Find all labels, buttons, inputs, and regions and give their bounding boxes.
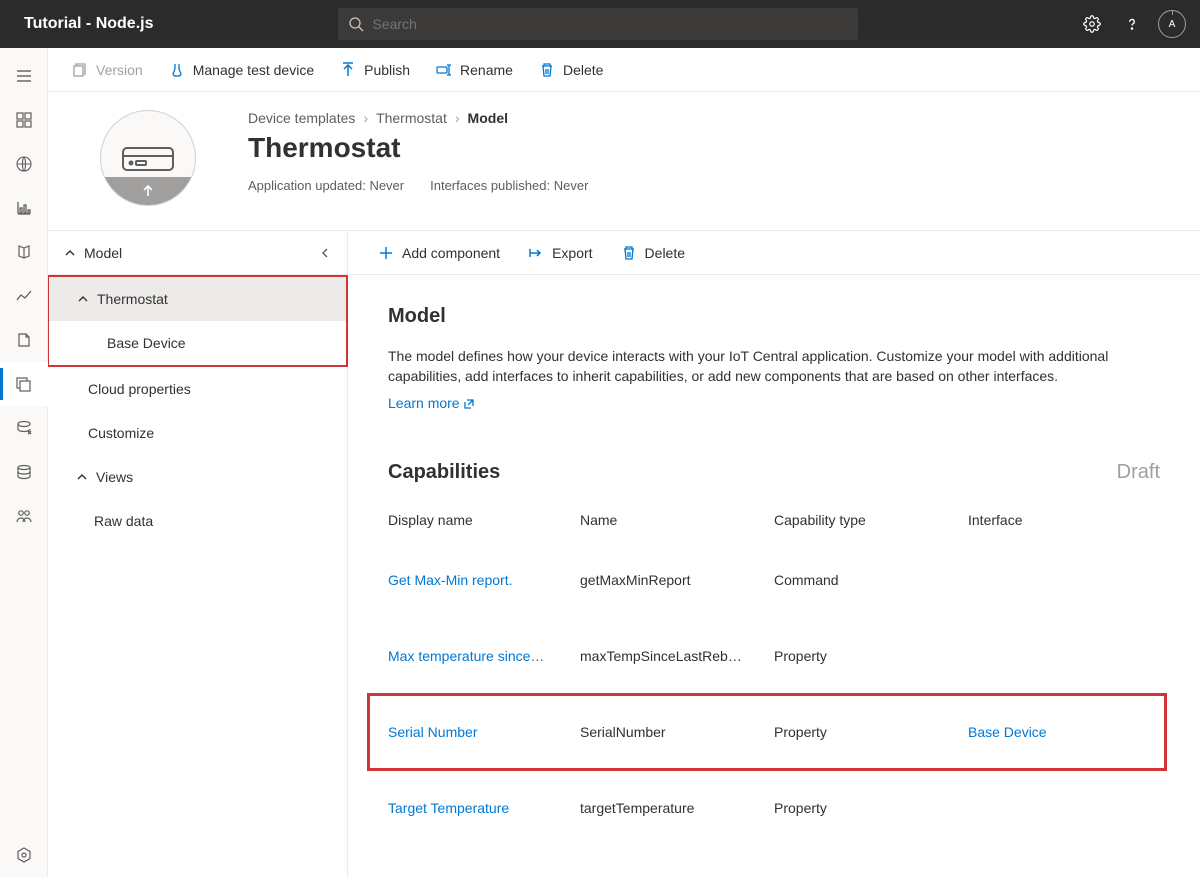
breadcrumb: Device templates › Thermostat › Model [248, 110, 1200, 126]
globe-icon[interactable] [0, 142, 48, 186]
draft-badge: Draft [1117, 461, 1160, 484]
hamburger-icon[interactable] [0, 54, 48, 98]
device-template-icon [100, 110, 196, 206]
content-command-bar: Add component Export Delete [348, 231, 1200, 275]
command-bar: Version Manage test device Publish Renam… [48, 48, 1200, 92]
external-link-icon [463, 398, 475, 410]
capability-display-name[interactable]: Get Max-Min report. [388, 572, 580, 588]
chevron-up-icon [77, 293, 89, 305]
capability-interface-link[interactable]: Base Device [968, 724, 1108, 740]
table-header: Display name Name Capability type Interf… [388, 498, 1160, 542]
breadcrumb-root[interactable]: Device templates [248, 110, 355, 126]
table-row-highlighted[interactable]: Serial Number SerialNumber Property Base… [368, 694, 1166, 770]
tree-root-model[interactable]: Model [48, 231, 347, 275]
content-area: Add component Export Delete Model The mo… [348, 231, 1200, 877]
manage-test-device-button[interactable]: Manage test device [159, 56, 324, 84]
model-tree: Model Thermostat Base Device Cloud prope… [48, 231, 348, 877]
app-title: Tutorial - Node.js [24, 15, 153, 33]
tree-item-customize[interactable]: Customize [48, 411, 347, 455]
model-heading: Model [388, 305, 1160, 328]
breadcrumb-current: Model [468, 110, 508, 126]
interfaces-published-status: Interfaces published: Never [430, 178, 588, 193]
page-header: Device templates › Thermostat › Model Th… [48, 92, 1200, 231]
tree-item-raw-data[interactable]: Raw data [48, 499, 347, 543]
capabilities-heading: Capabilities [388, 461, 500, 484]
analytics-icon[interactable] [0, 186, 48, 230]
capability-display-name[interactable]: Max temperature since… [388, 648, 580, 664]
tree-item-thermostat[interactable]: Thermostat [49, 277, 346, 321]
top-bar: Tutorial - Node.js A [0, 0, 1200, 48]
trend-icon[interactable] [0, 274, 48, 318]
version-button[interactable]: Version [62, 56, 153, 84]
export-button[interactable]: Export [518, 239, 602, 267]
settings-icon[interactable] [1072, 4, 1112, 44]
tree-item-base-device[interactable]: Base Device [49, 321, 346, 365]
administration-icon[interactable] [0, 494, 48, 538]
delete-button[interactable]: Delete [529, 56, 613, 84]
dashboard-icon[interactable] [0, 98, 48, 142]
model-description: The model defines how your device intera… [388, 346, 1160, 387]
storage-icon[interactable] [0, 450, 48, 494]
capabilities-table: Display name Name Capability type Interf… [388, 498, 1160, 846]
tree-item-cloud-properties[interactable]: Cloud properties [48, 367, 347, 411]
rename-button[interactable]: Rename [426, 56, 523, 84]
breadcrumb-mid[interactable]: Thermostat [376, 110, 447, 126]
search-icon [348, 16, 364, 32]
content-delete-button[interactable]: Delete [611, 239, 695, 267]
rules-icon[interactable] [0, 230, 48, 274]
tree-item-views[interactable]: Views [48, 455, 347, 499]
table-row[interactable]: Target Temperature targetTemperature Pro… [388, 770, 1160, 846]
help-icon[interactable] [1112, 4, 1152, 44]
device-templates-icon[interactable] [0, 362, 48, 406]
global-search[interactable] [338, 8, 858, 40]
left-rail [0, 48, 48, 877]
publish-button[interactable]: Publish [330, 56, 420, 84]
learn-more-link[interactable]: Learn more [388, 395, 475, 411]
table-row[interactable]: Max temperature since… maxTempSinceLastR… [388, 618, 1160, 694]
data-export-icon[interactable] [0, 406, 48, 450]
chevron-up-icon [64, 247, 76, 259]
capability-display-name[interactable]: Serial Number [388, 724, 580, 740]
app-updated-status: Application updated: Never [248, 178, 404, 193]
table-row[interactable]: Get Max-Min report. getMaxMinReport Comm… [388, 542, 1160, 618]
chevron-up-icon [76, 471, 88, 483]
settings-rail-icon[interactable] [0, 833, 48, 877]
page-title: Thermostat [248, 132, 1200, 164]
search-input[interactable] [372, 16, 848, 32]
add-component-button[interactable]: Add component [368, 239, 510, 267]
capability-display-name[interactable]: Target Temperature [388, 800, 580, 816]
account-avatar[interactable]: A [1152, 4, 1192, 44]
jobs-icon[interactable] [0, 318, 48, 362]
chevron-left-icon[interactable] [319, 247, 331, 259]
